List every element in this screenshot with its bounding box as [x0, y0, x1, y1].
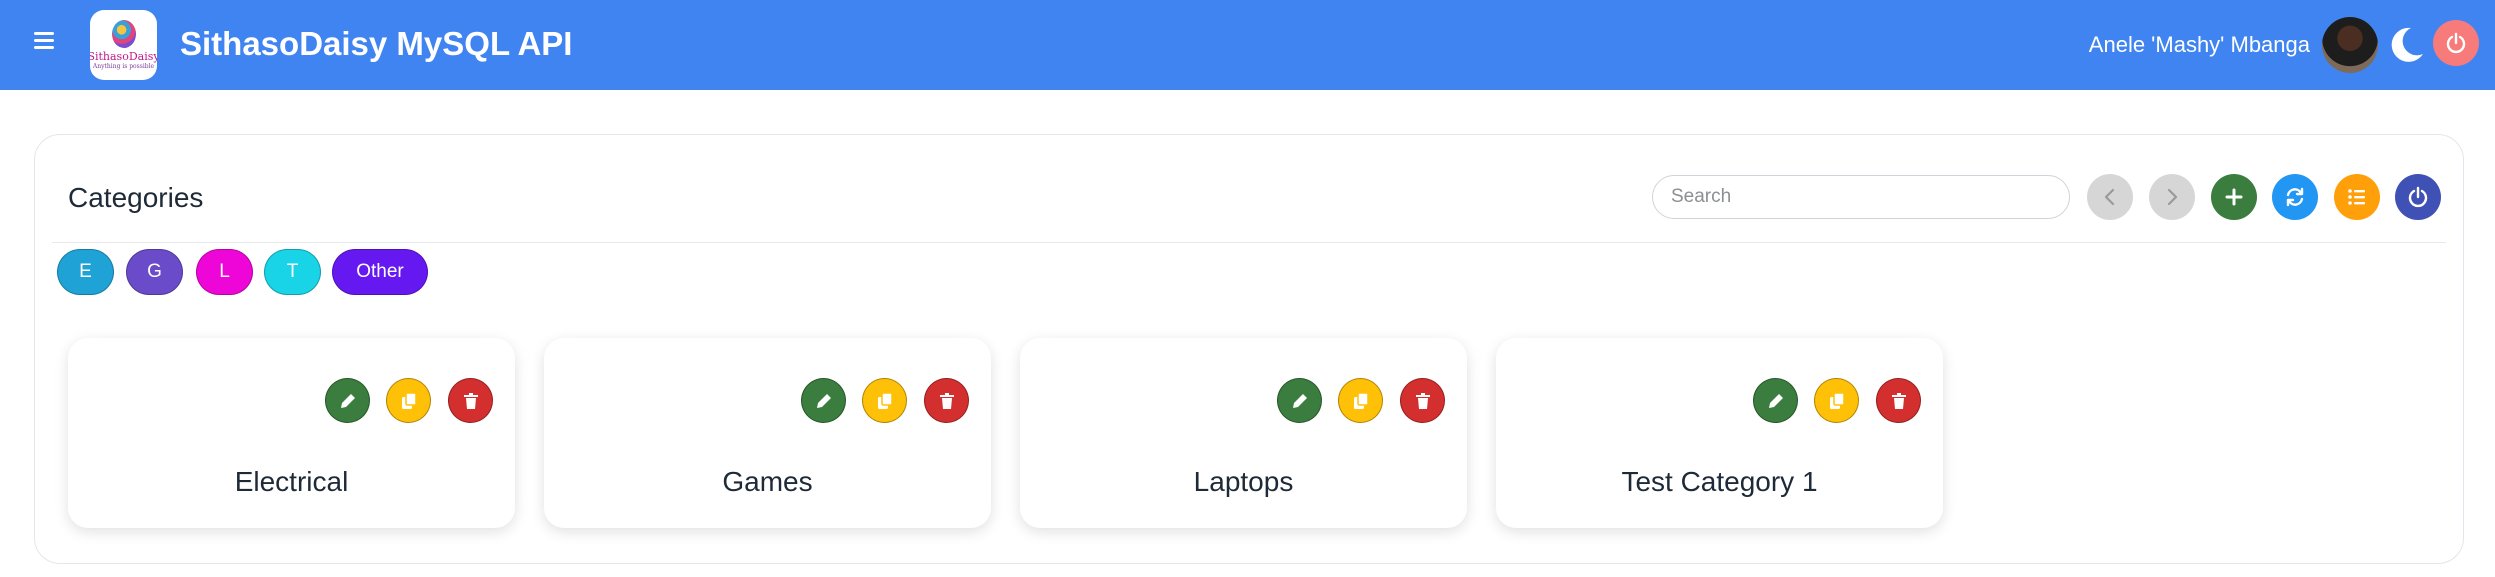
list-icon — [2348, 189, 2365, 205]
trash-icon — [463, 392, 478, 409]
chevron-right-icon — [2167, 188, 2178, 206]
copy-button[interactable] — [386, 378, 431, 423]
copy-icon — [1829, 391, 1845, 409]
logo-tagline: Anything is possible — [92, 63, 155, 70]
filter-chip-label: G — [147, 261, 162, 282]
category-name: Laptops — [1193, 466, 1294, 497]
delete-button[interactable] — [1400, 378, 1445, 423]
trash-icon — [939, 392, 954, 409]
header-divider — [52, 242, 2446, 243]
plus-icon — [2225, 188, 2243, 206]
filter-chip-label: L — [219, 261, 230, 282]
pencil-icon — [816, 393, 831, 408]
category-card[interactable]: Test Category 1 — [1496, 338, 1943, 528]
prev-page-button[interactable] — [2087, 174, 2133, 220]
filter-chip-label: E — [79, 261, 92, 282]
delete-button[interactable] — [924, 378, 969, 423]
search-input[interactable] — [1652, 175, 2070, 219]
refresh-button[interactable] — [2272, 174, 2318, 220]
category-name: Games — [722, 466, 813, 497]
logout-button[interactable] — [2433, 20, 2479, 66]
pencil-icon — [340, 393, 355, 408]
edit-button[interactable] — [1277, 378, 1322, 423]
trash-icon — [1891, 392, 1906, 409]
copy-button[interactable] — [1814, 378, 1859, 423]
pencil-icon — [1292, 393, 1307, 408]
pencil-icon — [1768, 393, 1783, 408]
filter-chip-t[interactable]: T — [264, 249, 321, 295]
category-card[interactable]: Laptops — [1020, 338, 1467, 528]
refresh-icon — [2286, 187, 2304, 207]
delete-button[interactable] — [448, 378, 493, 423]
menu-icon[interactable] — [34, 32, 54, 50]
logo-name: SithasoDaisy — [90, 50, 157, 63]
category-name: Test Category 1 — [1621, 466, 1818, 497]
logo-mark — [111, 20, 136, 48]
filter-chip-label: T — [286, 261, 299, 282]
user-name: Anele 'Mashy' Mbanga — [2088, 32, 2310, 57]
app-logo[interactable]: SithasoDaisy Anything is possible — [90, 10, 157, 80]
category-name: Electrical — [234, 466, 349, 497]
edit-button[interactable] — [801, 378, 846, 423]
copy-button[interactable] — [862, 378, 907, 423]
filter-chip-l[interactable]: L — [196, 249, 253, 295]
moon-icon[interactable] — [2385, 24, 2427, 66]
next-page-button[interactable] — [2149, 174, 2195, 220]
filter-chip-label: Other — [356, 261, 404, 282]
list-button[interactable] — [2334, 174, 2380, 220]
copy-icon — [401, 391, 417, 409]
page-title: Categories — [68, 182, 204, 213]
copy-icon — [877, 391, 893, 409]
power-button[interactable] — [2395, 174, 2441, 220]
filter-chip-e[interactable]: E — [57, 249, 114, 295]
edit-button[interactable] — [1753, 378, 1798, 423]
category-card[interactable]: Games — [544, 338, 991, 528]
filter-chip-g[interactable]: G — [126, 249, 183, 295]
app-title: SithasoDaisy MySQL API — [180, 25, 573, 62]
power-icon — [2408, 186, 2428, 208]
avatar[interactable] — [2322, 17, 2378, 73]
filter-chip-other[interactable]: Other — [332, 249, 428, 295]
category-card[interactable]: Electrical — [68, 338, 515, 528]
edit-button[interactable] — [325, 378, 370, 423]
trash-icon — [1415, 392, 1430, 409]
chevron-left-icon — [2104, 188, 2115, 206]
power-icon — [2446, 32, 2466, 54]
add-button[interactable] — [2211, 174, 2257, 220]
top-navbar: SithasoDaisy Anything is possible Sithas… — [0, 0, 2495, 90]
delete-button[interactable] — [1876, 378, 1921, 423]
copy-button[interactable] — [1338, 378, 1383, 423]
copy-icon — [1353, 391, 1369, 409]
